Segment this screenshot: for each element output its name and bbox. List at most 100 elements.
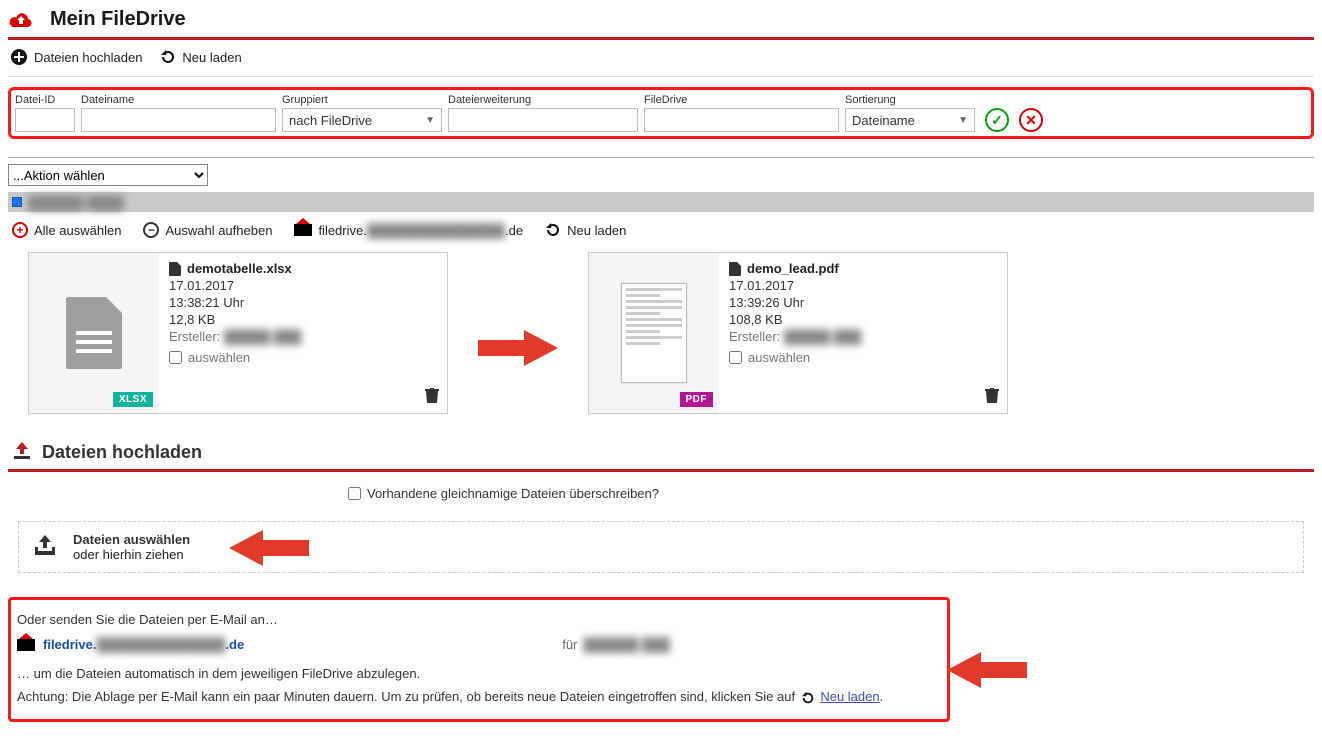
creator-redacted: █████ ███ bbox=[784, 329, 861, 344]
upload-section-title: Dateien hochladen bbox=[42, 442, 202, 463]
upload-tray-icon bbox=[33, 535, 57, 560]
grouped-select[interactable]: nach FileDrive ▼ bbox=[282, 108, 442, 132]
file-thumbnail[interactable]: XLSX bbox=[29, 253, 159, 413]
trash-icon bbox=[985, 388, 999, 404]
overwrite-label: Vorhandene gleichnamige Dateien überschr… bbox=[367, 486, 659, 501]
filename-input[interactable] bbox=[81, 108, 276, 132]
mail-icon bbox=[294, 224, 312, 236]
trash-icon bbox=[425, 388, 439, 404]
deselect-all-button[interactable]: − Auswahl aufheben bbox=[143, 222, 272, 238]
extension-label: Dateierweiterung bbox=[448, 94, 638, 106]
grouped-label: Gruppiert bbox=[282, 94, 442, 106]
overwrite-checkbox[interactable] bbox=[348, 487, 361, 500]
file-toolbar: + Alle auswählen − Auswahl aufheben file… bbox=[8, 212, 1314, 248]
group-header-bar: ██████ ████ bbox=[8, 192, 1314, 212]
group-color-swatch bbox=[12, 197, 22, 207]
group-name-redacted: ██████ ████ bbox=[28, 195, 124, 210]
minus-circle-icon: − bbox=[143, 222, 159, 238]
filedrive-label: FileDrive bbox=[644, 94, 839, 106]
upload-section: Dateien hochladen Vorhandene gleichnamig… bbox=[8, 438, 1314, 573]
annotation-arrow-icon bbox=[947, 650, 1027, 693]
grouped-value: nach FileDrive bbox=[289, 113, 372, 128]
file-card: XLSX demotabelle.xlsx 17.01.2017 13:38:2… bbox=[28, 252, 448, 414]
reload-icon bbox=[160, 49, 176, 65]
file-type-badge: XLSX bbox=[113, 392, 153, 407]
file-icon bbox=[729, 262, 741, 276]
file-date: 17.01.2017 bbox=[729, 278, 997, 293]
upload-files-button[interactable]: Dateien hochladen bbox=[10, 48, 142, 66]
dropzone-line1: Dateien auswählen bbox=[73, 532, 190, 547]
action-select[interactable]: ...Aktion wählen bbox=[8, 164, 208, 186]
file-select-checkbox[interactable] bbox=[729, 351, 742, 364]
select-all-label: Alle auswählen bbox=[34, 223, 121, 238]
action-row: ...Aktion wählen bbox=[8, 157, 1314, 186]
delete-file-button[interactable] bbox=[425, 388, 439, 407]
email-redacted: ██████████████ bbox=[96, 637, 225, 652]
file-card: PDF demo_lead.pdf 17.01.2017 13:39:26 Uh… bbox=[588, 252, 1008, 414]
email-for: für ██████ ███ bbox=[562, 637, 670, 652]
file-time: 13:38:21 Uhr bbox=[169, 295, 437, 310]
upload-files-label: Dateien hochladen bbox=[34, 50, 142, 65]
page-title: Mein FileDrive bbox=[50, 8, 186, 31]
creator-label: Ersteller: bbox=[169, 329, 220, 344]
file-type-badge: PDF bbox=[680, 392, 714, 407]
sort-label: Sortierung bbox=[845, 94, 975, 106]
file-dropzone[interactable]: Dateien auswählen oder hierhin ziehen bbox=[18, 521, 1304, 573]
files-reload-button[interactable]: Neu laden bbox=[545, 222, 626, 238]
email-warning: Achtung: Die Ablage per E-Mail kann ein … bbox=[17, 689, 795, 704]
reload-button[interactable]: Neu laden bbox=[160, 49, 241, 65]
clear-filter-button[interactable]: ✕ bbox=[1019, 108, 1043, 132]
annotation-arrow-icon bbox=[478, 328, 558, 368]
email-suffix: .de bbox=[505, 223, 523, 238]
reload-label: Neu laden bbox=[182, 50, 241, 65]
mail-icon bbox=[17, 639, 35, 651]
files-reload-label: Neu laden bbox=[567, 223, 626, 238]
file-cards-row: XLSX demotabelle.xlsx 17.01.2017 13:38:2… bbox=[8, 248, 1314, 424]
page-header: Mein FileDrive bbox=[8, 4, 1314, 40]
email-prefix: filedrive. bbox=[318, 223, 366, 238]
file-name: demo_lead.pdf bbox=[747, 261, 839, 276]
file-size: 12,8 KB bbox=[169, 312, 437, 327]
main-toolbar: Dateien hochladen Neu laden bbox=[8, 40, 1314, 77]
reload-icon bbox=[801, 691, 815, 705]
dropzone-line2: oder hierhin ziehen bbox=[73, 547, 190, 562]
select-all-button[interactable]: + Alle auswählen bbox=[12, 222, 121, 238]
reload-icon bbox=[545, 222, 561, 238]
file-thumbnail[interactable]: PDF bbox=[589, 253, 719, 413]
email-desc: … um die Dateien automatisch in dem jewe… bbox=[17, 666, 941, 681]
email-intro: Oder senden Sie die Dateien per E-Mail a… bbox=[17, 612, 941, 627]
creator-label: Ersteller: bbox=[729, 329, 780, 344]
chevron-down-icon: ▼ bbox=[958, 115, 968, 126]
filter-panel: Datei-ID Dateiname Gruppiert nach FileDr… bbox=[8, 87, 1314, 139]
file-name: demotabelle.xlsx bbox=[187, 261, 292, 276]
cloud-upload-icon bbox=[8, 10, 34, 30]
overwrite-option[interactable]: Vorhandene gleichnamige Dateien überschr… bbox=[348, 486, 659, 501]
email-address[interactable]: filedrive.██████████████.de bbox=[43, 637, 244, 652]
extension-input[interactable] bbox=[448, 108, 638, 132]
deselect-label: Auswahl aufheben bbox=[165, 223, 272, 238]
filename-label: Dateiname bbox=[81, 94, 276, 106]
annotation-arrow-icon bbox=[229, 528, 309, 571]
upload-icon bbox=[12, 442, 32, 463]
file-id-input[interactable] bbox=[15, 108, 75, 132]
chevron-down-icon: ▼ bbox=[425, 115, 435, 126]
file-select-label: auswählen bbox=[188, 350, 250, 365]
email-for-redacted: ██████ ███ bbox=[583, 637, 670, 652]
file-select-checkbox[interactable] bbox=[169, 351, 182, 364]
creator-redacted: █████ ███ bbox=[224, 329, 301, 344]
email-upload-panel: Oder senden Sie die Dateien per E-Mail a… bbox=[8, 597, 950, 722]
plus-circle-icon: + bbox=[12, 222, 28, 238]
plus-circle-icon bbox=[10, 48, 28, 66]
apply-filter-button[interactable]: ✓ bbox=[985, 108, 1009, 132]
sort-select[interactable]: Dateiname ▼ bbox=[845, 108, 975, 132]
file-date: 17.01.2017 bbox=[169, 278, 437, 293]
sort-value: Dateiname bbox=[852, 113, 915, 128]
email-redacted: ███████████████ bbox=[367, 223, 505, 238]
file-id-label: Datei-ID bbox=[15, 94, 75, 106]
filedrive-input[interactable] bbox=[644, 108, 839, 132]
reload-link[interactable]: Neu laden bbox=[820, 689, 879, 704]
filedrive-email-item[interactable]: filedrive.███████████████.de bbox=[294, 223, 523, 238]
file-select-label: auswählen bbox=[748, 350, 810, 365]
delete-file-button[interactable] bbox=[985, 388, 999, 407]
file-time: 13:39:26 Uhr bbox=[729, 295, 997, 310]
